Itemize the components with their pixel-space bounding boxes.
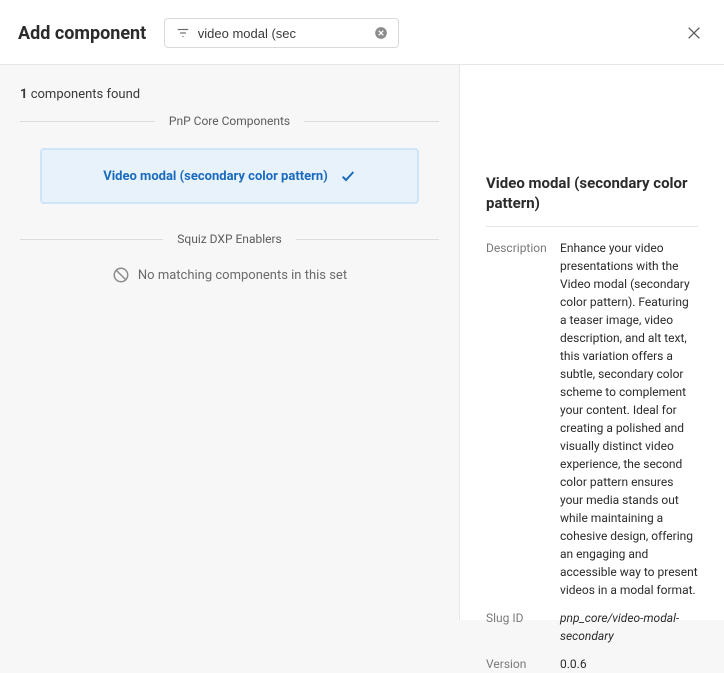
section-header-pnp: PnP Core Components [20, 114, 439, 128]
detail-slug-row: Slug ID pnp_core/video-modal-secondary [486, 609, 698, 645]
detail-description-row: Description Enhance your video presentat… [486, 239, 698, 599]
detail-title: Video modal (secondary color pattern) [486, 173, 698, 227]
detail-slug-label: Slug ID [486, 609, 560, 645]
detail-version-label: Version [486, 655, 560, 673]
detail-description-value: Enhance your video presentations with th… [560, 239, 698, 599]
search-box[interactable] [164, 18, 399, 48]
component-card[interactable]: Video modal (secondary color pattern) [40, 148, 419, 204]
detail-version-value: 0.0.6 [560, 655, 698, 673]
detail-description-label: Description [486, 239, 560, 599]
search-input[interactable] [198, 26, 374, 41]
empty-state: No matching components in this set [20, 266, 439, 284]
clear-icon[interactable] [374, 25, 389, 41]
section-header-dxp: Squiz DXP Enablers [20, 232, 439, 246]
empty-state-text: No matching components in this set [138, 268, 347, 283]
modal-header: Add component [0, 0, 724, 65]
component-list-panel: 1 components found PnP Core Components V… [0, 65, 460, 620]
filter-icon [175, 25, 190, 41]
detail-version-row: Version 0.0.6 [486, 655, 698, 673]
close-button[interactable] [684, 23, 704, 43]
results-count: 1 components found [20, 87, 439, 102]
component-card-title: Video modal (secondary color pattern) [103, 169, 328, 184]
check-icon [340, 168, 356, 184]
modal-title: Add component [18, 23, 146, 44]
detail-slug-value: pnp_core/video-modal-secondary [560, 609, 698, 645]
modal-content: 1 components found PnP Core Components V… [0, 65, 724, 620]
ban-icon [112, 266, 130, 284]
detail-panel: Video modal (secondary color pattern) De… [460, 65, 724, 620]
